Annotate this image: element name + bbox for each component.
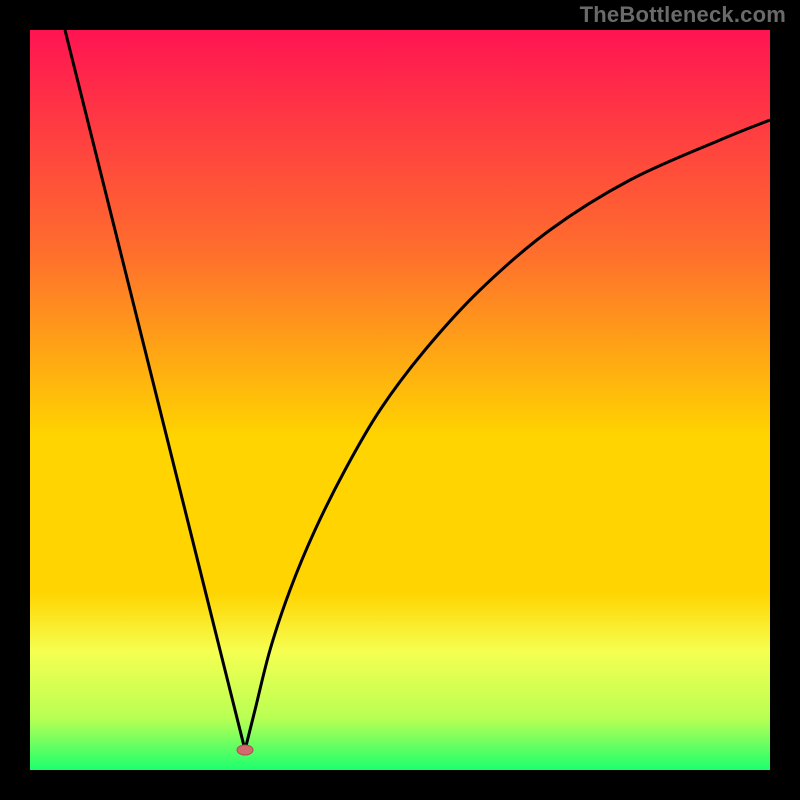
- plot-svg: [30, 30, 770, 770]
- gradient-background: [30, 30, 770, 770]
- site-source-link[interactable]: TheBottleneck.com: [580, 2, 786, 28]
- chart-root: TheBottleneck.com: [0, 0, 800, 800]
- plot-area: [30, 30, 770, 770]
- optimal-point-marker: [237, 745, 253, 755]
